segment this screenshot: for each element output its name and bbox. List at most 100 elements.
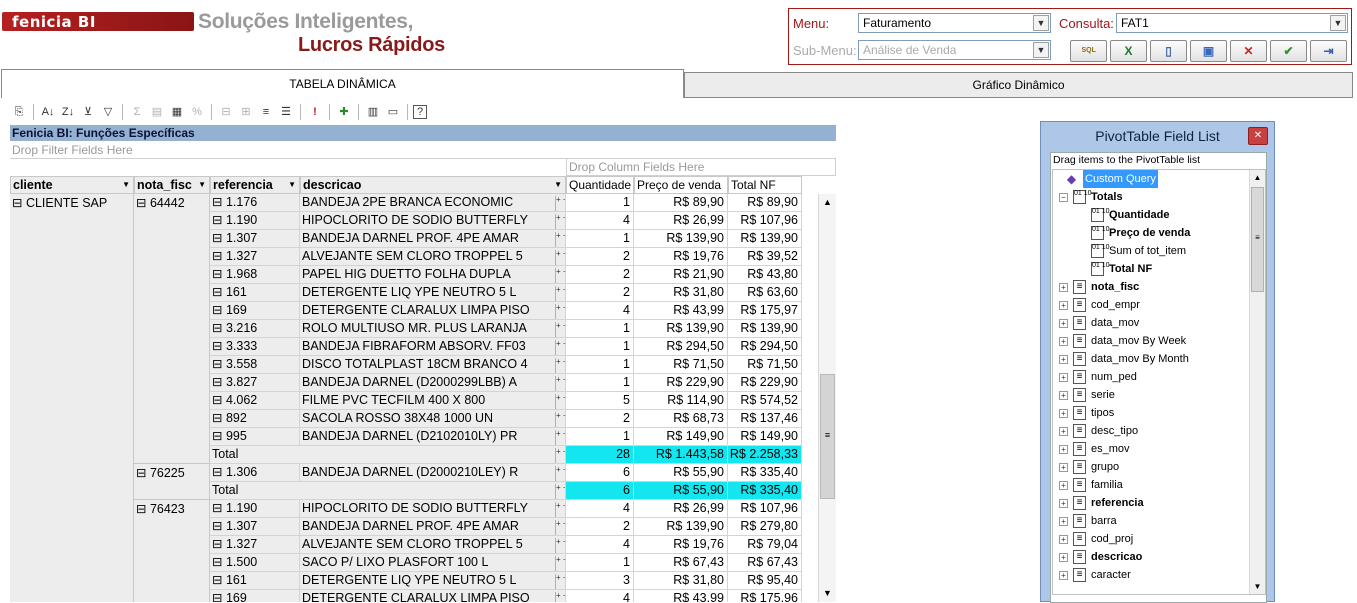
expand-icon[interactable]: + − (555, 232, 565, 247)
field-item[interactable]: + ≡ data_mov (1053, 314, 1249, 332)
referencia-cell[interactable]: ⊟ 1.327 (210, 536, 300, 554)
expand-icon[interactable]: + − (555, 502, 565, 517)
row-field-referencia[interactable]: referencia ▼ (210, 176, 300, 194)
referencia-cell[interactable]: ⊟ 1.327 (210, 248, 300, 266)
expand-icon[interactable]: + − (555, 304, 565, 319)
descricao-cell[interactable]: BANDEJA FIBRAFORM ABSORV. FF03+ − (300, 338, 566, 356)
data-field-total-nf[interactable]: Total NF (728, 176, 802, 194)
descricao-cell[interactable]: BANDEJA 2PE BRANCA ECONOMIC+ − (300, 194, 566, 212)
expand-icon[interactable]: + − (555, 448, 565, 463)
expand-icon[interactable]: + − (555, 484, 565, 499)
chevron-down-icon[interactable]: ▼ (1033, 15, 1049, 31)
descricao-cell[interactable]: ALVEJANTE SEM CLORO TROPPEL 5+ − (300, 248, 566, 266)
expand-icon[interactable]: + (1059, 319, 1068, 328)
scroll-down-icon[interactable]: ▼ (819, 585, 836, 602)
referencia-cell[interactable]: ⊟ 1.176 (210, 194, 300, 212)
drop-filter-zone[interactable]: Drop Filter Fields Here (10, 142, 836, 159)
referencia-cell[interactable]: ⊟ 3.216 (210, 320, 300, 338)
expand-icon[interactable]: + (1059, 463, 1068, 472)
export-excel-icon[interactable]: ✚ (335, 103, 353, 121)
field-item[interactable]: + ≡ num_ped (1053, 368, 1249, 386)
descricao-cell[interactable]: FILME PVC TECFILM 400 X 800+ − (300, 392, 566, 410)
data-field-preco-de-venda[interactable]: Preço de venda (634, 176, 728, 194)
expand-icon[interactable]: + − (555, 196, 565, 211)
field-tree-scrollbar[interactable]: ▲ ≡ ▼ (1249, 170, 1265, 594)
show-as-icon[interactable]: % (188, 103, 206, 121)
scroll-up-icon[interactable]: ▲ (819, 194, 836, 211)
field-item[interactable]: + ≡ descricao (1053, 548, 1249, 566)
field-item[interactable]: ◆ Custom Query (1053, 170, 1249, 188)
sort-ascending-icon[interactable]: A↓ (39, 103, 57, 121)
descricao-cell[interactable]: SACO P/ LIXO PLASFORT 100 L+ − (300, 554, 566, 572)
expand-icon[interactable]: + − (555, 358, 565, 373)
expand-icon[interactable]: ⊞ (237, 103, 255, 121)
field-tree[interactable]: ◆ Custom Query −01 10 Totals 01 10 Quantidade… (1052, 169, 1266, 595)
descricao-cell[interactable]: ALVEJANTE SEM CLORO TROPPEL 5+ − (300, 536, 566, 554)
hide-details-icon[interactable]: ≡ (257, 103, 275, 121)
expand-icon[interactable]: + (1059, 571, 1068, 580)
expand-icon[interactable]: + (1059, 337, 1068, 346)
close-icon[interactable]: ✕ (1248, 127, 1268, 145)
expand-icon[interactable]: + − (555, 322, 565, 337)
consulta-select[interactable]: FAT1 ▼ (1116, 13, 1348, 33)
field-item[interactable]: 01 10 Total NF (1053, 260, 1249, 278)
save-button[interactable]: ▣ (1190, 40, 1227, 62)
referencia-cell[interactable]: ⊟ 169 (210, 302, 300, 320)
expand-icon[interactable]: + (1059, 283, 1068, 292)
confirm-button[interactable]: ✔ (1270, 40, 1307, 62)
expand-icon[interactable]: + − (555, 286, 565, 301)
expand-icon[interactable]: + (1059, 391, 1068, 400)
menu-select[interactable]: Faturamento ▼ (858, 13, 1051, 33)
collapse-icon[interactable]: ⊟ (217, 103, 235, 121)
descricao-cell[interactable]: ROLO MULTIUSO MR. PLUS LARANJA+ − (300, 320, 566, 338)
expand-icon[interactable]: + − (555, 214, 565, 229)
descricao-cell[interactable]: DETERGENTE CLARALUX LIMPA PISO+ − (300, 302, 566, 320)
expand-icon[interactable]: + (1059, 517, 1068, 526)
referencia-cell[interactable]: ⊟ 3.827 (210, 374, 300, 392)
expand-icon[interactable]: + − (555, 538, 565, 553)
referencia-cell[interactable]: ⊟ 1.190 (210, 212, 300, 230)
field-item[interactable]: + ≡ tipos (1053, 404, 1249, 422)
delete-button[interactable]: ✕ (1230, 40, 1267, 62)
referencia-cell[interactable]: ⊟ 1.306 (210, 464, 300, 482)
referencia-cell[interactable]: ⊟ 1.500 (210, 554, 300, 572)
collapse-icon[interactable]: − (1059, 193, 1068, 202)
referencia-cell[interactable]: ⊟ 3.333 (210, 338, 300, 356)
show-top-bottom-icon[interactable]: ▽ (99, 103, 117, 121)
expand-icon[interactable]: + (1059, 409, 1068, 418)
expand-icon[interactable]: + − (555, 574, 565, 589)
referencia-cell[interactable]: ⊟ 1.307 (210, 230, 300, 248)
referencia-cell[interactable]: ⊟ 892 (210, 410, 300, 428)
submenu-select[interactable]: Análise de Venda ▼ (858, 40, 1051, 60)
expand-icon[interactable]: + (1059, 553, 1068, 562)
referencia-cell[interactable]: ⊟ 1.307 (210, 518, 300, 536)
referencia-cell[interactable]: ⊟ 1.190 (210, 500, 300, 518)
descricao-cell[interactable]: PAPEL HIG DUETTO FOLHA DUPLA+ − (300, 266, 566, 284)
referencia-cell[interactable]: ⊟ 3.558 (210, 356, 300, 374)
referencia-cell[interactable]: ⊟ 161 (210, 284, 300, 302)
field-item[interactable]: + ≡ nota_fisc (1053, 278, 1249, 296)
expand-icon[interactable]: + (1059, 373, 1068, 382)
tab-tabela-dinamica[interactable]: TABELA DINÂMICA (1, 69, 684, 98)
referencia-cell[interactable]: ⊟ 4.062 (210, 392, 300, 410)
expand-icon[interactable]: + (1059, 499, 1068, 508)
referencia-cell[interactable]: ⊟ 1.968 (210, 266, 300, 284)
descricao-cell[interactable]: DETERGENTE LIQ YPE NEUTRO 5 L+ − (300, 284, 566, 302)
expand-icon[interactable]: + − (555, 520, 565, 535)
descricao-cell[interactable]: BANDEJA DARNEL PROF. 4PE AMAR+ − (300, 518, 566, 536)
exit-button[interactable]: ⇥ (1310, 40, 1347, 62)
tab-grafico-dinamico[interactable]: Gráfico Dinâmico (684, 72, 1353, 98)
expand-icon[interactable]: + (1059, 355, 1068, 364)
chevron-down-icon[interactable]: ▼ (122, 177, 130, 193)
vertical-scrollbar[interactable]: ▲ ≡ ▼ (818, 194, 836, 602)
field-item[interactable]: + ≡ cod_empr (1053, 296, 1249, 314)
descricao-cell[interactable]: BANDEJA DARNEL (D2000299LBB) A+ − (300, 374, 566, 392)
descricao-cell[interactable]: HIPOCLORITO DE SODIO BUTTERFLY+ − (300, 500, 566, 518)
expand-icon[interactable]: + (1059, 481, 1068, 490)
expand-icon[interactable]: + − (555, 466, 565, 481)
descricao-cell[interactable]: BANDEJA DARNEL (D2102010LY) PR+ − (300, 428, 566, 446)
expand-icon[interactable]: + − (555, 376, 565, 391)
descricao-cell[interactable]: DISCO TOTALPLAST 18CM BRANCO 4+ − (300, 356, 566, 374)
chevron-down-icon[interactable]: ▼ (1033, 42, 1049, 58)
excel-button[interactable]: X (1110, 40, 1147, 62)
